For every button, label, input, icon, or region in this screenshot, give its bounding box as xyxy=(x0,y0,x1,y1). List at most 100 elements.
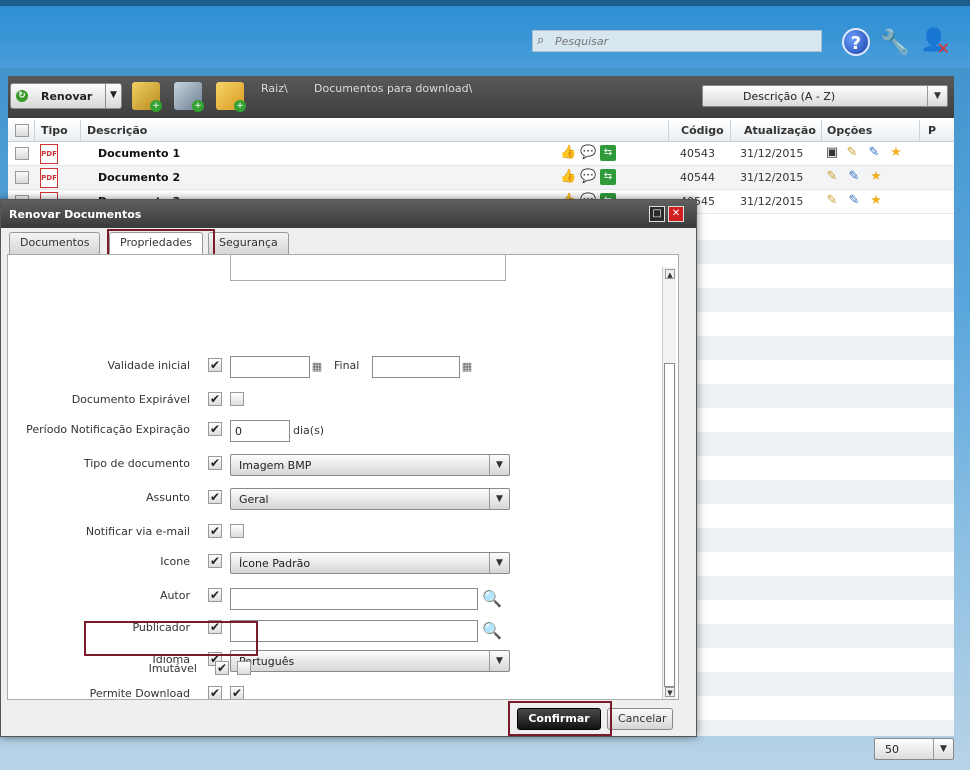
label-tipo-documento: Tipo de documento xyxy=(83,457,190,470)
label-validade-inicial: Validade inicial xyxy=(107,359,190,372)
label-periodo-notificacao: Período Notificação Expiração xyxy=(26,423,190,436)
document-name[interactable]: Documento 1 xyxy=(98,147,180,160)
edit-icon[interactable]: ✎ xyxy=(844,145,860,161)
validade-inicial-input[interactable] xyxy=(230,356,310,378)
table-row[interactable]: PDF Documento 1 👍 💬 ⇆ 40543 31/12/2015 ▣… xyxy=(8,142,954,166)
copy-badge-icon: + xyxy=(192,100,204,112)
checkbox-documento-expiravel-enable[interactable]: ✔ xyxy=(208,392,222,406)
search-box[interactable]: ⌕ xyxy=(532,30,822,52)
header-codigo[interactable]: Código xyxy=(681,124,724,137)
share-icon[interactable]: ⇆ xyxy=(600,145,616,161)
scroll-up-icon[interactable]: ▲ xyxy=(665,269,675,279)
calendar-icon[interactable]: ▦ xyxy=(310,360,324,374)
favorite-star-icon[interactable]: ★ xyxy=(868,169,884,185)
page-size-value: 50 xyxy=(885,743,899,756)
icone-select[interactable]: Ícone Padrão ▼ xyxy=(230,552,510,574)
final-date-input[interactable] xyxy=(372,356,460,378)
row-checkbox[interactable] xyxy=(15,147,29,160)
share-icon[interactable]: ⇆ xyxy=(600,169,616,185)
select-all-checkbox[interactable] xyxy=(15,124,29,137)
note-icon[interactable]: ✎ xyxy=(846,193,862,209)
favorite-star-icon[interactable]: ★ xyxy=(868,193,884,209)
user-logout-icon[interactable]: 👤 ✕ xyxy=(920,28,950,58)
like-icon[interactable]: 👍 xyxy=(560,169,576,185)
renew-dropdown-arrow-icon[interactable]: ▼ xyxy=(110,90,117,100)
checkbox-notificar-email-enable[interactable]: ✔ xyxy=(208,524,222,538)
document-code: 40544 xyxy=(680,171,715,184)
comment-icon[interactable]: 💬 xyxy=(580,169,596,185)
document-name[interactable]: Documento 2 xyxy=(98,171,180,184)
checkbox-imutavel[interactable] xyxy=(237,661,251,675)
checkbox-permite-download-enable[interactable]: ✔ xyxy=(208,686,222,699)
label-icone: Icone xyxy=(160,555,190,568)
dialog-title-bar[interactable]: Renovar Documentos □ ✕ xyxy=(1,200,696,228)
header-tipo[interactable]: Tipo xyxy=(41,124,68,137)
label-permite-download: Permite Download xyxy=(89,687,190,700)
autor-input[interactable] xyxy=(230,588,478,610)
note-icon[interactable]: ✎ xyxy=(866,145,882,161)
checkbox-icone[interactable]: ✔ xyxy=(208,554,222,568)
checkbox-permite-download[interactable]: ✔ xyxy=(230,686,244,699)
row-checkbox[interactable] xyxy=(15,171,29,184)
comment-icon[interactable]: 💬 xyxy=(580,145,596,161)
edit-icon[interactable]: ✎ xyxy=(824,169,840,185)
toolbar: ↻ Renovar ▼ + + + Raiz\ Documentos para … xyxy=(8,76,954,118)
breadcrumb-root[interactable]: Raiz\ xyxy=(261,82,288,95)
page-size-select[interactable]: 50 ▼ xyxy=(874,738,954,760)
publicador-input[interactable] xyxy=(230,620,478,642)
edit-icon[interactable]: ✎ xyxy=(824,193,840,209)
assunto-select[interactable]: Geral ▼ xyxy=(230,488,510,510)
note-icon[interactable]: ✎ xyxy=(846,169,862,185)
table-row[interactable]: PDF Documento 2 👍 💬 ⇆ 40544 31/12/2015 ✎… xyxy=(8,166,954,190)
idioma-select[interactable]: Português ▼ xyxy=(230,650,510,672)
sort-select[interactable]: Descrição (A - Z) ▼ xyxy=(702,85,948,107)
checkbox-documento-expiravel[interactable] xyxy=(230,392,244,406)
copy-document-icon[interactable]: + xyxy=(174,82,204,112)
checkbox-imutavel-enable[interactable]: ✔ xyxy=(215,661,229,675)
form-scrollbar[interactable]: ▲ ▼ xyxy=(662,267,676,699)
calendar-icon[interactable]: ▦ xyxy=(460,360,474,374)
document-date: 31/12/2015 xyxy=(740,195,804,208)
assunto-value: Geral xyxy=(239,493,269,506)
icone-value: Ícone Padrão xyxy=(239,557,311,570)
chevron-down-icon: ▼ xyxy=(489,651,509,671)
tipo-documento-select[interactable]: Imagem BMP ▼ xyxy=(230,454,510,476)
close-icon[interactable]: ✕ xyxy=(668,206,684,222)
document-date: 31/12/2015 xyxy=(740,171,804,184)
tab-documentos[interactable]: Documentos xyxy=(9,232,101,254)
checkbox-notificar-email[interactable] xyxy=(230,524,244,538)
help-icon[interactable]: ? xyxy=(842,28,870,56)
folder-badge-icon: + xyxy=(234,100,246,112)
chevron-down-icon: ▼ xyxy=(489,489,509,509)
favorite-star-icon[interactable]: ★ xyxy=(888,145,904,161)
label-imutavel: Imutável xyxy=(148,662,197,675)
header-atualizacao[interactable]: Atualização xyxy=(744,124,816,137)
breadcrumb-folder[interactable]: Documentos para download\ xyxy=(314,82,472,95)
maximize-icon[interactable]: □ xyxy=(649,206,665,222)
description-textarea[interactable] xyxy=(230,255,506,281)
search-publisher-icon[interactable]: 🔍 xyxy=(482,621,502,641)
cancel-button[interactable]: Cancelar xyxy=(607,708,673,730)
save-icon[interactable]: ▣ xyxy=(824,145,840,161)
like-icon[interactable]: 👍 xyxy=(560,145,576,161)
tab-seguranca[interactable]: Segurança xyxy=(208,232,289,254)
periodo-notificacao-input[interactable] xyxy=(230,420,290,442)
checkbox-autor[interactable]: ✔ xyxy=(208,588,222,602)
renew-button[interactable]: ↻ Renovar ▼ xyxy=(10,83,122,109)
dialog-title: Renovar Documentos xyxy=(9,208,142,221)
checkbox-assunto[interactable]: ✔ xyxy=(208,490,222,504)
new-folder-icon[interactable]: + xyxy=(216,82,246,112)
checkbox-validade-inicial[interactable]: ✔ xyxy=(208,358,222,372)
checkbox-tipo-documento[interactable]: ✔ xyxy=(208,456,222,470)
tools-icon[interactable]: 🔧 xyxy=(880,28,910,56)
add-document-icon[interactable]: + xyxy=(132,82,162,112)
label-autor: Autor xyxy=(159,589,190,602)
column-separator xyxy=(668,120,669,142)
search-input[interactable] xyxy=(555,33,815,49)
scroll-thumb[interactable] xyxy=(664,363,675,687)
search-author-icon[interactable]: 🔍 xyxy=(482,589,502,609)
header-descricao[interactable]: Descrição xyxy=(87,124,147,137)
confirm-highlight xyxy=(508,701,612,736)
checkbox-periodo-notificacao[interactable]: ✔ xyxy=(208,422,222,436)
scroll-down-icon[interactable]: ▼ xyxy=(665,687,675,697)
